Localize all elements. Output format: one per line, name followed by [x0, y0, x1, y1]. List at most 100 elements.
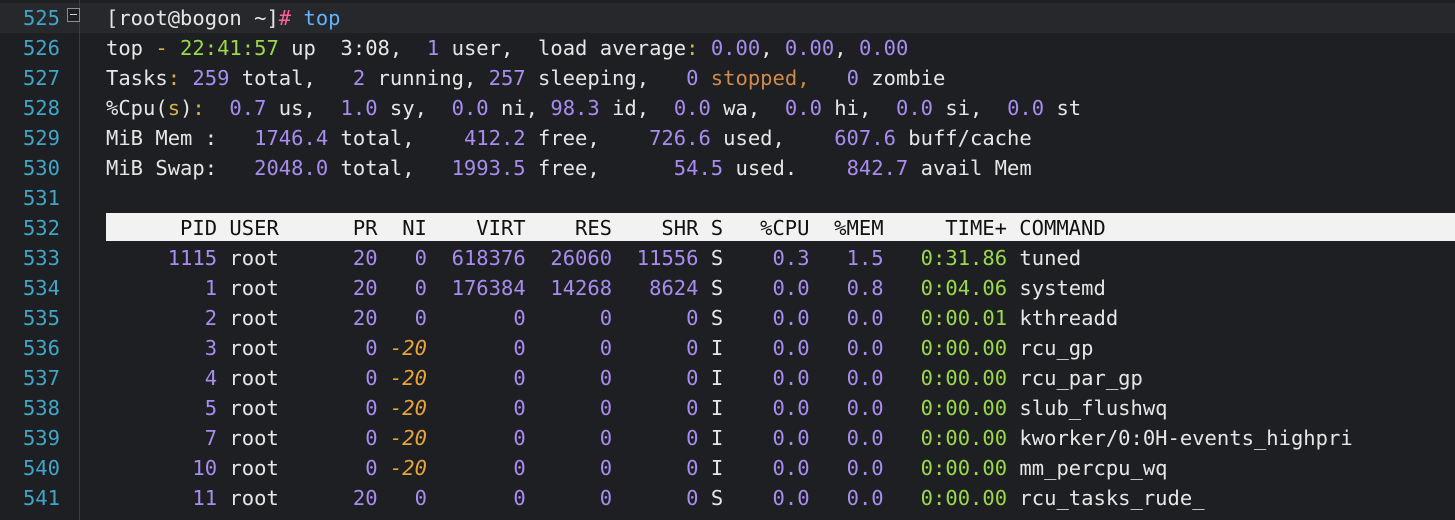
- cell-time: 0:00.00: [883, 366, 1008, 390]
- cell-user: root: [217, 456, 329, 480]
- cell-command: rcu_par_gp: [1007, 366, 1143, 390]
- text-segment: used,: [710, 126, 835, 150]
- cpu-st: 0.0: [1007, 96, 1045, 120]
- cell-ni: 0: [377, 246, 427, 270]
- editor-line: 526 top - 22:41:57 up 3:08, 1 user, load …: [0, 33, 1455, 63]
- cell-ni: 0: [377, 276, 427, 300]
- process-row: 537 4 root 0 -20 0 0 0 I 0.0 0.0 0:00.00…: [0, 363, 1455, 393]
- cell-shr: 0: [612, 306, 699, 330]
- text-segment: total,: [328, 126, 464, 150]
- cell-ni: -20: [377, 426, 427, 450]
- tasks-running: 2: [352, 66, 366, 90]
- text-segment: :: [686, 36, 711, 60]
- cpu-id: 98.3: [550, 96, 600, 120]
- cell-state: S: [698, 246, 724, 270]
- text-segment: MiB Mem :: [106, 126, 255, 150]
- line-content: top - 22:41:57 up 3:08, 1 user, load ave…: [106, 33, 908, 63]
- line-content: 11 root 20 0 0 0 0 S 0.0 0.0 0:00.00 rcu…: [106, 483, 1204, 513]
- cell-cpu: 0.0: [723, 486, 810, 510]
- cell-res: 0: [525, 336, 613, 360]
- cell-virt: 0: [426, 306, 526, 330]
- swap-used: 54.5: [673, 156, 724, 180]
- cell-state: I: [698, 456, 724, 480]
- cell-command: rcu_gp: [1007, 336, 1094, 360]
- cell-res: 26060: [525, 246, 613, 270]
- text-segment: stopped,: [698, 66, 810, 90]
- cell-command: tuned: [1007, 246, 1082, 270]
- line-number: 529: [22, 126, 60, 150]
- text-segment: avail Mem: [908, 156, 1032, 180]
- cell-command: slub_flushwq: [1007, 396, 1168, 420]
- load1: 0.00: [710, 36, 761, 60]
- swap-total: 2048.0: [254, 156, 329, 180]
- clock-time: 22:41:57: [167, 36, 279, 60]
- cell-virt: 0: [426, 336, 526, 360]
- cell-command: mm_percpu_wq: [1007, 456, 1168, 480]
- line-number: 531: [22, 186, 60, 210]
- cell-pid: 1115: [106, 246, 218, 270]
- cell-ni: 0: [377, 486, 427, 510]
- cell-shr: 0: [612, 456, 699, 480]
- cell-state: S: [698, 486, 724, 510]
- cpu-sy: 1.0: [340, 96, 378, 120]
- editor-line: 528 %Cpu(s): 0.7 us, 1.0 sy, 0.0 ni, 98.3…: [0, 93, 1455, 123]
- line-number: 535: [22, 306, 60, 330]
- text-segment: total,: [328, 156, 452, 180]
- line-content: 4 root 0 -20 0 0 0 I 0.0 0.0 0:00.00 rcu…: [106, 363, 1143, 393]
- line-number: 526: [22, 36, 60, 60]
- cpu-si: 0.0: [896, 96, 934, 120]
- load5: 0.00: [784, 36, 835, 60]
- line-number: 538: [22, 396, 60, 420]
- text-segment: hi,: [821, 96, 896, 120]
- line-number: 537: [22, 366, 60, 390]
- cell-pr: 0: [328, 366, 378, 390]
- cell-ni: -20: [377, 366, 427, 390]
- terminal-editor[interactable]: 525 [root@bogon ~]# top 526 top - 22:41:57 …: [0, 0, 1455, 520]
- cell-command: systemd: [1007, 276, 1106, 300]
- cell-user: root: [217, 306, 329, 330]
- prompt-user-host: [root@bogon ~]: [106, 6, 279, 30]
- line-content: 10 root 0 -20 0 0 0 I 0.0 0.0 0:00.00 mm…: [106, 453, 1168, 483]
- cell-pr: 0: [328, 396, 378, 420]
- line-number: 540: [22, 456, 60, 480]
- cell-state: S: [698, 306, 724, 330]
- cell-cpu: 0.0: [723, 336, 810, 360]
- cpu-ni: 0.0: [451, 96, 489, 120]
- swap-free: 1993.5: [451, 156, 526, 180]
- cell-cpu: 0.0: [723, 276, 810, 300]
- line-number: 532: [22, 216, 60, 240]
- cell-virt: 0: [426, 426, 526, 450]
- cell-command: kthreadd: [1007, 306, 1119, 330]
- line-content: 7 root 0 -20 0 0 0 I 0.0 0.0 0:00.00 kwo…: [106, 423, 1353, 453]
- process-row: 536 3 root 0 -20 0 0 0 I 0.0 0.0 0:00.00…: [0, 333, 1455, 363]
- line-number: 528: [22, 96, 60, 120]
- uptime-value: 3:08,: [340, 36, 403, 60]
- cell-virt: 0: [426, 456, 526, 480]
- cell-time: 0:04.06: [883, 276, 1008, 300]
- cell-state: S: [698, 276, 724, 300]
- cell-pr: 20: [328, 486, 378, 510]
- cell-mem: 0.0: [809, 336, 884, 360]
- cell-state: I: [698, 366, 724, 390]
- cell-ni: -20: [377, 456, 427, 480]
- line-content: MiB Swap: 2048.0 total, 1993.5 free, 54.…: [106, 153, 1032, 183]
- cell-virt: 0: [426, 366, 526, 390]
- line-content: %Cpu(s): 0.7 us, 1.0 sy, 0.0 ni, 98.3 id…: [106, 93, 1081, 123]
- cell-res: 0: [525, 306, 613, 330]
- cell-pr: 20: [328, 306, 378, 330]
- cell-user: root: [217, 426, 329, 450]
- cell-shr: 0: [612, 426, 699, 450]
- process-row: 539 7 root 0 -20 0 0 0 I 0.0 0.0 0:00.00…: [0, 423, 1455, 453]
- text-segment: MiB Swap:: [106, 156, 255, 180]
- cell-ni: 0: [377, 306, 427, 330]
- cell-time: 0:00.00: [883, 486, 1008, 510]
- line-number: 541: [22, 486, 60, 510]
- text-segment: ): [180, 96, 193, 120]
- line-content: 1115 root 20 0 618376 26060 11556 S 0.3 …: [106, 243, 1081, 273]
- text-segment: ,: [834, 36, 859, 60]
- tasks-stopped: 0: [686, 66, 699, 90]
- cell-time: 0:00.00: [883, 456, 1008, 480]
- cell-state: I: [698, 396, 724, 420]
- text-segment: :: [192, 96, 205, 120]
- cpu-hi: 0.0: [784, 96, 822, 120]
